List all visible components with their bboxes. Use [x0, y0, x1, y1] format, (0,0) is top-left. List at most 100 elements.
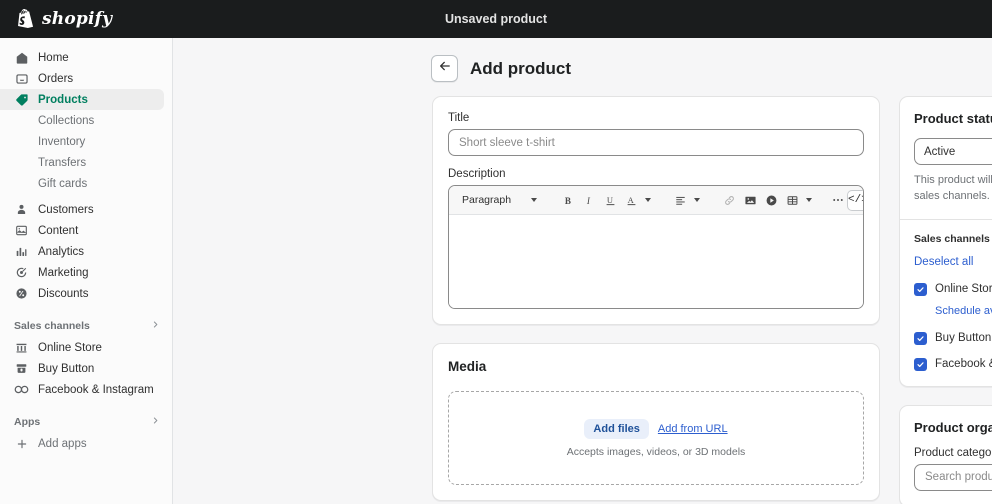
channel-label: Buy Button — [935, 332, 992, 345]
sidebar-item-collections[interactable]: Collections — [0, 110, 172, 131]
sidebar-item-discounts[interactable]: Discounts — [0, 283, 164, 304]
sidebar-item-home[interactable]: Home — [0, 47, 164, 68]
sidebar-subitem-label: Collections — [38, 114, 95, 127]
product-status-value: Active — [924, 145, 956, 158]
sidebar-item-label: Marketing — [38, 266, 89, 279]
media-card: Media Add files Add from URL Accepts ima… — [432, 343, 880, 501]
product-details-card: Title Description Paragraph — [432, 96, 880, 325]
sidebar-section-apps[interactable]: Apps — [0, 411, 172, 433]
section-divider — [900, 218, 992, 220]
top-bar: shopify Unsaved product — [0, 0, 992, 38]
sidebar-item-label: Add apps — [38, 437, 87, 450]
insert-table-button[interactable] — [782, 190, 802, 211]
html-code-button[interactable]: </> — [847, 189, 863, 211]
product-status-title: Product status — [914, 111, 992, 126]
sidebar-item-facebook-instagram[interactable]: Facebook & Instagram — [0, 379, 164, 400]
sidebar-item-marketing[interactable]: Marketing — [0, 262, 164, 283]
sidebar-item-add-apps[interactable]: Add apps — [0, 433, 164, 454]
editor-toolbar: Paragraph B I U A </ — [449, 186, 863, 215]
sidebar-item-label: Buy Button — [38, 362, 95, 375]
chevron-down-icon — [806, 198, 812, 202]
sidebar-item-label: Content — [38, 224, 79, 237]
sidebar-item-label: Customers — [38, 203, 94, 216]
svg-text:B: B — [564, 195, 570, 205]
insert-image-button[interactable] — [740, 190, 760, 211]
underline-button[interactable]: U — [600, 190, 620, 211]
italic-button[interactable]: I — [579, 190, 599, 211]
svg-text:A: A — [627, 195, 634, 205]
align-button[interactable] — [670, 190, 690, 211]
sidebar-item-products[interactable]: Products — [0, 89, 164, 110]
sidebar-item-label: Products — [38, 93, 88, 106]
deselect-all-link[interactable]: Deselect all — [914, 256, 973, 268]
insert-group — [719, 190, 815, 211]
product-category-label: Product category — [914, 446, 992, 459]
checkbox-checked-icon[interactable] — [914, 282, 927, 296]
channel-label: Facebook & Instagram — [935, 358, 992, 371]
sidebar-section-sales-channels[interactable]: Sales channels — [0, 315, 172, 337]
media-title: Media — [448, 359, 487, 374]
sidebar-item-label: Facebook & Instagram — [38, 383, 154, 396]
channel-row-facebook-instagram[interactable]: Facebook & Instagram — [914, 357, 992, 371]
sidebar-item-label: Orders — [38, 72, 74, 85]
more-options-button[interactable] — [831, 190, 845, 211]
deselect-all-wrap: Deselect all — [914, 252, 992, 270]
sidebar-section-label: Sales channels — [14, 320, 90, 332]
paragraph-style-select[interactable]: Paragraph — [456, 190, 542, 211]
channel-row-online-store[interactable]: Online Store — [914, 282, 992, 296]
sidebar-item-label: Home — [38, 51, 69, 64]
right-column: Product status Active This product will … — [899, 96, 992, 504]
buy-button-icon — [14, 361, 29, 376]
sidebar-item-orders[interactable]: Orders — [0, 68, 164, 89]
svg-text:I: I — [585, 195, 590, 205]
description-textarea[interactable] — [449, 215, 863, 308]
shopify-bag-icon — [16, 8, 35, 30]
product-status-help: This product will be available to 3 sale… — [914, 174, 992, 202]
shopify-wordmark: shopify — [42, 9, 113, 29]
arrow-left-icon — [438, 59, 452, 78]
sidebar-item-online-store[interactable]: Online Store — [0, 337, 164, 358]
link-button[interactable] — [719, 190, 739, 211]
text-format-group: B I U A — [558, 190, 654, 211]
chevron-right-icon — [151, 320, 160, 332]
product-category-input[interactable] — [914, 463, 992, 491]
sidebar-item-transfers[interactable]: Transfers — [0, 152, 172, 173]
sidebar-item-analytics[interactable]: Analytics — [0, 241, 164, 262]
schedule-availability-wrap: Schedule availability — [935, 301, 992, 319]
insert-video-button[interactable] — [761, 190, 781, 211]
paragraph-style-value: Paragraph — [462, 194, 512, 206]
media-dropzone[interactable]: Add files Add from URL Accepts images, v… — [448, 391, 864, 485]
product-organization-title: Product organization — [914, 419, 992, 435]
shopify-logo[interactable]: shopify — [16, 8, 176, 30]
text-color-dropdown-caret[interactable] — [642, 190, 654, 211]
back-button[interactable] — [431, 55, 458, 82]
sidebar-item-content[interactable]: Content — [0, 220, 164, 241]
checkbox-checked-icon[interactable] — [914, 357, 927, 371]
add-files-button[interactable]: Add files — [584, 418, 649, 439]
sidebar-item-inventory[interactable]: Inventory — [0, 131, 172, 152]
alignment-group — [670, 190, 703, 211]
checkbox-checked-icon[interactable] — [914, 331, 927, 345]
sidebar-item-label: Discounts — [38, 287, 89, 300]
sidebar-nav: Home Orders Products Collections Invento… — [0, 38, 173, 504]
schedule-availability-link[interactable]: Schedule availability — [935, 305, 992, 317]
channel-row-buy-button[interactable]: Buy Button — [914, 331, 992, 345]
media-hint: Accepts images, videos, or 3D models — [566, 445, 746, 458]
text-color-button[interactable]: A — [621, 190, 641, 211]
add-from-url-link[interactable]: Add from URL — [658, 423, 728, 435]
table-dropdown-caret[interactable] — [803, 190, 815, 211]
sidebar-item-customers[interactable]: Customers — [0, 199, 164, 220]
html-code-label: </> — [848, 194, 863, 206]
product-title-input[interactable] — [448, 129, 864, 156]
product-status-select[interactable]: Active — [914, 138, 992, 165]
bold-button[interactable]: B — [558, 190, 578, 211]
sidebar-item-gift-cards[interactable]: Gift cards — [0, 173, 172, 194]
alignment-dropdown-caret[interactable] — [691, 190, 703, 211]
channel-label: Online Store — [935, 283, 992, 296]
products-tag-icon — [14, 92, 29, 107]
sidebar-subitem-label: Transfers — [38, 156, 87, 169]
marketing-target-icon — [14, 265, 29, 280]
shopify-admin-app: shopify Unsaved product Home Orders Prod… — [0, 0, 992, 504]
sidebar-item-buy-button[interactable]: Buy Button — [0, 358, 164, 379]
